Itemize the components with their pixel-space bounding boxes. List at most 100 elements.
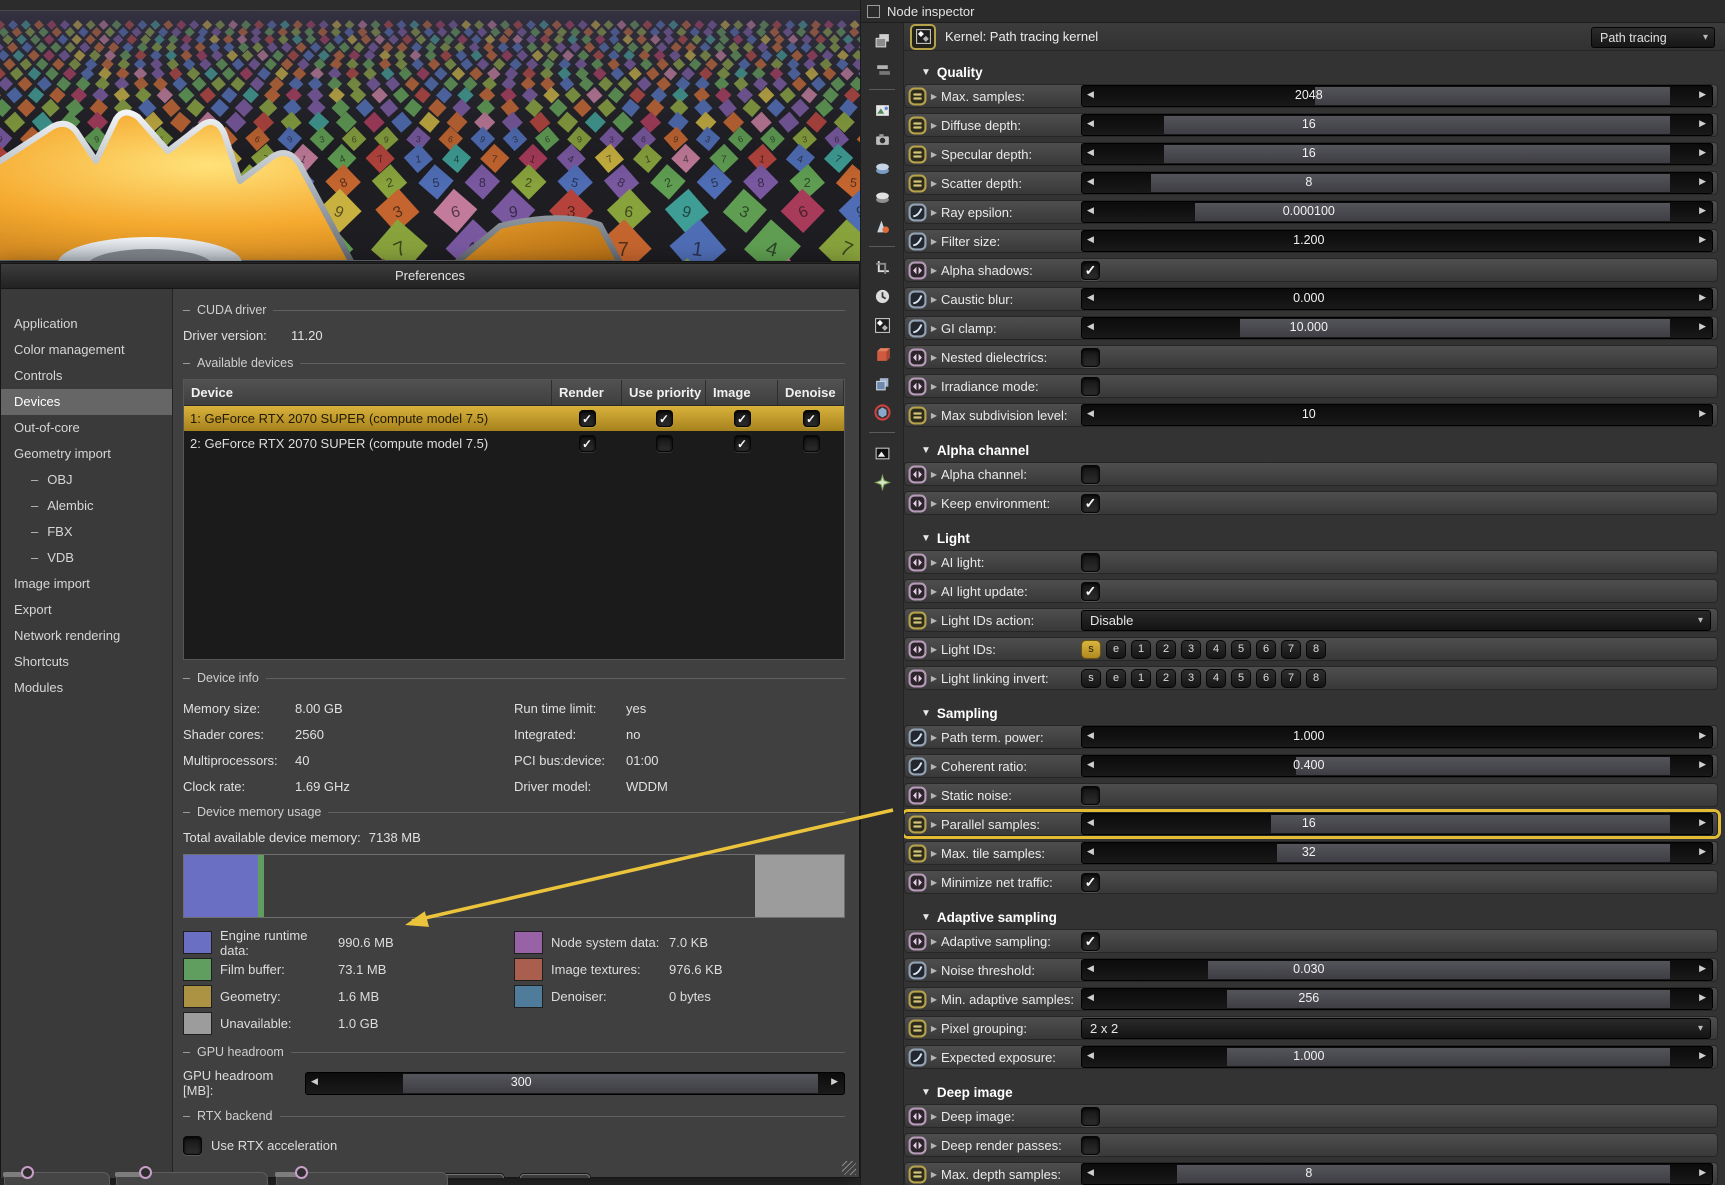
- row-checkbox[interactable]: ✓: [1081, 260, 1100, 280]
- slider-increment-icon[interactable]: ▶: [1699, 992, 1706, 1003]
- slider-increment-icon[interactable]: ▶: [1699, 147, 1706, 158]
- section-header-adaptive-sampling[interactable]: ▼ Adaptive sampling: [904, 899, 1725, 929]
- slider-increment-icon[interactable]: ▶: [1699, 846, 1706, 857]
- node-graph-node[interactable]: [275, 1166, 448, 1185]
- row-checkbox[interactable]: ✓: [1081, 872, 1100, 892]
- slider-increment-icon[interactable]: ▶: [1699, 1050, 1706, 1061]
- camera-icon[interactable]: [870, 128, 894, 150]
- hex-sphere-icon[interactable]: [870, 401, 894, 423]
- sidebar-item-application[interactable]: Application: [1, 311, 172, 337]
- value-slider[interactable]: ◀ 10.000 ▶: [1081, 317, 1713, 339]
- node-pin[interactable]: [139, 1166, 152, 1179]
- expander-icon[interactable]: ▶: [927, 499, 941, 508]
- clock-icon[interactable]: [870, 285, 894, 307]
- slider-decrement-icon[interactable]: ◀: [1087, 234, 1094, 245]
- bw-image-icon[interactable]: [870, 442, 894, 464]
- slider-increment-icon[interactable]: ▶: [1699, 234, 1706, 245]
- light-id-button-8[interactable]: 8: [1306, 668, 1326, 688]
- expander-icon[interactable]: ▶: [927, 324, 941, 333]
- slider-track-empty[interactable]: [1163, 145, 1670, 163]
- expander-icon[interactable]: ▶: [927, 674, 941, 683]
- slider-track-empty[interactable]: [1277, 844, 1670, 862]
- slider-decrement-icon[interactable]: ◀: [311, 1076, 318, 1087]
- light-id-button-7[interactable]: 7: [1281, 668, 1301, 688]
- slider-track-empty[interactable]: [1151, 174, 1670, 192]
- light-id-button-s[interactable]: s: [1081, 639, 1101, 659]
- gpu-headroom-slider[interactable]: ◀ 300 ▶: [305, 1071, 845, 1095]
- slider-decrement-icon[interactable]: ◀: [1087, 817, 1094, 828]
- int-pin-icon[interactable]: [907, 814, 927, 834]
- slider-increment-icon[interactable]: ▶: [1699, 321, 1706, 332]
- expander-icon[interactable]: ▶: [927, 587, 941, 596]
- slider-increment-icon[interactable]: ▶: [1699, 176, 1706, 187]
- light-id-button-1[interactable]: 1: [1131, 639, 1151, 659]
- expander-icon[interactable]: ▶: [927, 150, 941, 159]
- light-id-button-3[interactable]: 3: [1181, 639, 1201, 659]
- value-slider[interactable]: ◀ 16 ▶: [1081, 813, 1713, 835]
- row-checkbox[interactable]: [1081, 785, 1100, 805]
- slider-increment-icon[interactable]: ▶: [1699, 89, 1706, 100]
- slider-decrement-icon[interactable]: ◀: [1087, 176, 1094, 187]
- kernel-node-icon[interactable]: [910, 23, 936, 50]
- bool-pin-icon[interactable]: [907, 581, 927, 601]
- bool-pin-icon[interactable]: [907, 1106, 927, 1126]
- expander-icon[interactable]: ▶: [927, 179, 941, 188]
- sidebar-item-image-import[interactable]: Image import: [1, 571, 172, 597]
- value-slider[interactable]: ◀ 16 ▶: [1081, 143, 1713, 165]
- slider-increment-icon[interactable]: ▶: [1699, 118, 1706, 129]
- float-pin-icon[interactable]: [907, 960, 927, 980]
- expander-icon[interactable]: ▶: [927, 1112, 941, 1121]
- layers-flat-icon[interactable]: [870, 58, 894, 80]
- slider-decrement-icon[interactable]: ◀: [1087, 89, 1094, 100]
- slider-increment-icon[interactable]: ▶: [1699, 963, 1706, 974]
- node-pin[interactable]: [21, 1166, 34, 1179]
- slider-track-empty[interactable]: [1296, 757, 1670, 775]
- expander-icon[interactable]: ▶: [927, 295, 941, 304]
- image-checkbox[interactable]: ✓: [733, 435, 751, 452]
- expander-icon[interactable]: ▶: [927, 266, 941, 275]
- sidebar-item-color-management[interactable]: Color management: [1, 337, 172, 363]
- expander-icon[interactable]: ▶: [927, 1141, 941, 1150]
- expander-icon[interactable]: ▶: [927, 411, 941, 420]
- row-checkbox[interactable]: [1081, 464, 1100, 484]
- value-slider[interactable]: ◀ 1.000 ▶: [1081, 1046, 1713, 1068]
- light-id-button-5[interactable]: 5: [1231, 668, 1251, 688]
- bool-pin-icon[interactable]: [907, 931, 927, 951]
- value-slider[interactable]: ◀ 8 ▶: [1081, 1163, 1713, 1185]
- render-viewport[interactable]: 6936936936936936936936936936947147147147…: [0, 10, 860, 262]
- image-icon[interactable]: [870, 99, 894, 121]
- slider-track-empty[interactable]: [1271, 815, 1670, 833]
- sidebar-item-alembic[interactable]: – Alembic: [1, 493, 172, 519]
- light-id-button-2[interactable]: 2: [1156, 668, 1176, 688]
- image-checkbox[interactable]: ✓: [733, 410, 751, 427]
- row-checkbox[interactable]: ✓: [1081, 931, 1100, 951]
- use_priority-checkbox[interactable]: [655, 435, 673, 452]
- slider-decrement-icon[interactable]: ◀: [1087, 963, 1094, 974]
- render-checkbox[interactable]: ✓: [578, 435, 596, 452]
- use_priority-checkbox[interactable]: ✓: [655, 410, 673, 427]
- expander-icon[interactable]: ▶: [927, 733, 941, 742]
- slider-increment-icon[interactable]: ▶: [1699, 817, 1706, 828]
- stack-windows-icon[interactable]: [870, 29, 894, 51]
- row-checkbox[interactable]: [1081, 376, 1100, 396]
- row-dropdown[interactable]: 2 x 2 ▾: [1081, 1017, 1711, 1039]
- render-checkbox[interactable]: ✓: [578, 410, 596, 427]
- bool-pin-icon[interactable]: [907, 668, 927, 688]
- material-cone-icon[interactable]: [870, 215, 894, 237]
- rtx-acceleration-checkbox[interactable]: [183, 1136, 202, 1155]
- light-id-button-s[interactable]: s: [1081, 668, 1101, 688]
- node-graph-node[interactable]: [115, 1166, 268, 1185]
- resize-handle[interactable]: [842, 1161, 856, 1175]
- slider-decrement-icon[interactable]: ◀: [1087, 292, 1094, 303]
- sidebar-item-shortcuts[interactable]: Shortcuts: [1, 649, 172, 675]
- light-id-button-3[interactable]: 3: [1181, 668, 1201, 688]
- value-slider[interactable]: ◀ 10 ▶: [1081, 404, 1713, 426]
- value-slider[interactable]: ◀ 0.030 ▶: [1081, 959, 1713, 981]
- slider-increment-icon[interactable]: ▶: [831, 1076, 838, 1087]
- bool-pin-icon[interactable]: [907, 785, 927, 805]
- slider-track-empty[interactable]: [1226, 990, 1670, 1008]
- expander-icon[interactable]: ▶: [927, 470, 941, 479]
- bool-pin-icon[interactable]: [907, 260, 927, 280]
- float-pin-icon[interactable]: [907, 202, 927, 222]
- float-pin-icon[interactable]: [907, 1047, 927, 1067]
